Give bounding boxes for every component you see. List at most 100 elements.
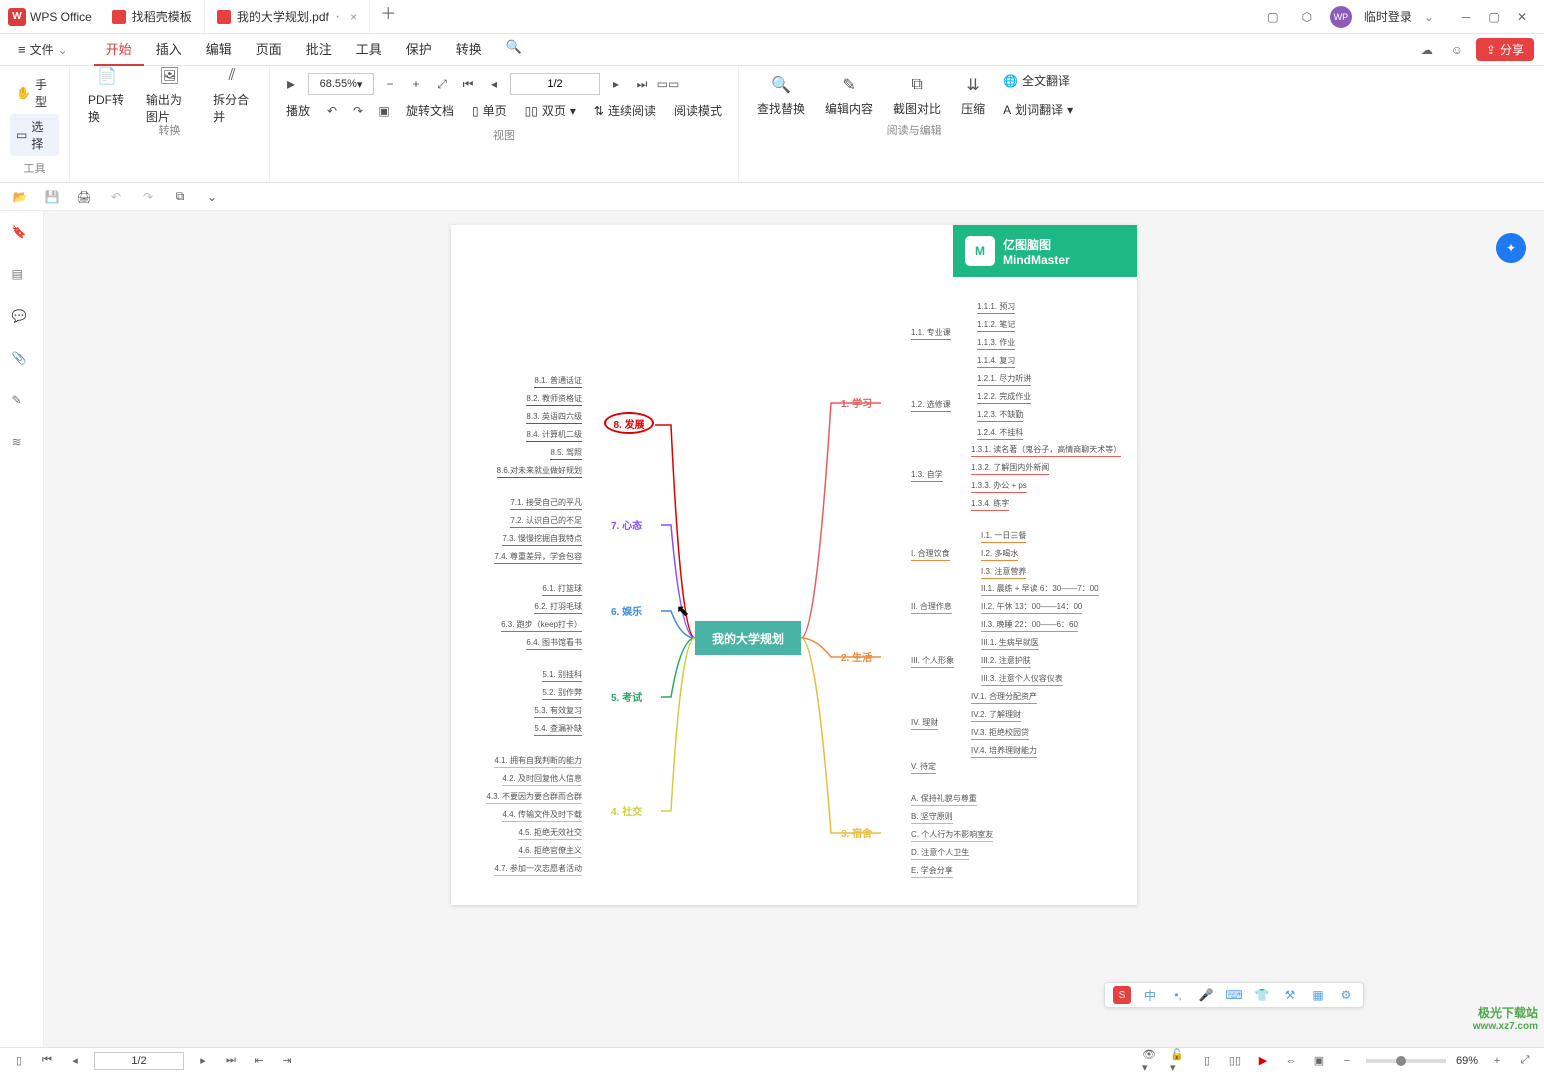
- prev-page-icon[interactable]: ◂: [66, 1052, 84, 1070]
- view-play-icon[interactable]: ▶: [1254, 1052, 1272, 1070]
- ime-skin-icon[interactable]: 👕: [1253, 986, 1271, 1004]
- tab-label: 找稻壳模板: [132, 8, 192, 25]
- menu-convert[interactable]: 转换: [444, 33, 494, 66]
- page-display[interactable]: 1/2: [94, 1052, 184, 1070]
- close-icon[interactable]: ×: [350, 10, 357, 24]
- book-icon[interactable]: ▭▭: [658, 74, 678, 94]
- ime-settings-icon[interactable]: ⚙: [1337, 986, 1355, 1004]
- panel-icon[interactable]: ▢: [1262, 6, 1284, 28]
- lock-icon[interactable]: 🔓 ▾: [1170, 1052, 1188, 1070]
- thumbnail-icon[interactable]: ▤: [12, 267, 32, 287]
- single-page-button[interactable]: ▯ 单页: [466, 98, 513, 123]
- find-replace-button[interactable]: 🔍查找替换: [749, 70, 813, 121]
- redo-icon[interactable]: ↷: [138, 187, 158, 207]
- chevron-down-icon[interactable]: ⌄: [202, 187, 222, 207]
- chevron-down-icon[interactable]: ⌄: [1424, 10, 1434, 24]
- sign-icon[interactable]: ✎: [12, 393, 32, 413]
- read-mode-button[interactable]: 阅读模式: [668, 98, 728, 123]
- first-page-icon[interactable]: ⏮: [38, 1052, 56, 1070]
- hand-tool[interactable]: ✋手型: [10, 72, 59, 114]
- last-page-icon[interactable]: ⏭: [222, 1052, 240, 1070]
- ime-keyboard-icon[interactable]: ⌨: [1225, 986, 1243, 1004]
- mind-node-2: 2. 生活: [841, 649, 872, 664]
- zoom-in-icon[interactable]: +: [406, 74, 426, 94]
- maximize-button[interactable]: ▢: [1482, 5, 1506, 29]
- next-page-icon[interactable]: ▸: [194, 1052, 212, 1070]
- close-button[interactable]: ✕: [1510, 5, 1534, 29]
- menu-tools[interactable]: 工具: [344, 33, 394, 66]
- prev-page-icon[interactable]: ◂: [484, 74, 504, 94]
- page-input[interactable]: [510, 73, 600, 95]
- word-translate-button[interactable]: A 划词翻译 ▾: [997, 97, 1079, 122]
- last-page-icon[interactable]: ⏭: [632, 74, 652, 94]
- ime-voice-icon[interactable]: 🎤: [1197, 986, 1215, 1004]
- export-image-button[interactable]: 🖼输出为图片: [138, 61, 201, 129]
- first-page-icon[interactable]: ⏮: [458, 74, 478, 94]
- continuous-read-button[interactable]: ⇅ 连续阅读: [588, 98, 662, 123]
- sogou-icon[interactable]: S: [1113, 986, 1131, 1004]
- ime-toolbar[interactable]: S 中 •, 🎤 ⌨ 👕 ⚒ ▦ ⚙: [1104, 982, 1364, 1008]
- search-icon[interactable]: 🔍: [494, 33, 534, 66]
- full-translate-button[interactable]: 🌐 全文翻译: [997, 68, 1079, 93]
- collapse-icon[interactable]: ⇤: [250, 1052, 268, 1070]
- ime-tool-icon[interactable]: ⚒: [1281, 986, 1299, 1004]
- crop-icon[interactable]: ▣: [374, 101, 394, 121]
- file-menu[interactable]: ≡ 文件 ⌄: [10, 37, 76, 62]
- view-double-icon[interactable]: ▯▯: [1226, 1052, 1244, 1070]
- ime-lang[interactable]: 中: [1141, 986, 1159, 1004]
- undo-icon[interactable]: ↶: [106, 187, 126, 207]
- leaf: 8.3. 英语四六级: [526, 411, 582, 424]
- floating-assistant-icon[interactable]: ✦: [1496, 233, 1526, 263]
- rotate-doc-button[interactable]: 旋转文档: [400, 98, 460, 123]
- zoom-out-icon[interactable]: −: [1338, 1052, 1356, 1070]
- fit-icon[interactable]: ⤢: [432, 74, 452, 94]
- document-viewer[interactable]: M 亿图脑图 MindMaster 我的大学规划 8. 发展 8.1. 普通话证…: [44, 211, 1544, 1047]
- leaf: II.2. 午休 13：00——14：00: [981, 601, 1082, 614]
- fullscreen-icon[interactable]: ⤢: [1516, 1052, 1534, 1070]
- add-tab-button[interactable]: ＋: [370, 0, 406, 33]
- rotate-left-icon[interactable]: ↶: [322, 101, 342, 121]
- share-button[interactable]: ⇪ 分享: [1476, 38, 1534, 61]
- menu-protect[interactable]: 保护: [394, 33, 444, 66]
- rotate-right-icon[interactable]: ↷: [348, 101, 368, 121]
- tab-templates[interactable]: 找稻壳模板: [100, 0, 205, 33]
- expand-icon[interactable]: ⇥: [278, 1052, 296, 1070]
- bookmark-icon[interactable]: 🔖: [12, 225, 32, 245]
- zoom-slider[interactable]: [1366, 1059, 1446, 1063]
- menu-annotate[interactable]: 批注: [294, 33, 344, 66]
- compress-button[interactable]: ⇊压缩: [953, 70, 993, 121]
- login-label[interactable]: 临时登录: [1364, 8, 1412, 25]
- copy-icon[interactable]: ⧉: [170, 187, 190, 207]
- fit-width-icon[interactable]: ⇔: [1282, 1052, 1300, 1070]
- eye-icon[interactable]: 👁 ▾: [1142, 1052, 1160, 1070]
- cube-icon[interactable]: ⬡: [1296, 6, 1318, 28]
- select-tool[interactable]: ▭选择: [10, 114, 59, 156]
- open-icon[interactable]: 📂: [10, 187, 30, 207]
- edit-content-button[interactable]: ✎编辑内容: [817, 70, 881, 121]
- cloud-icon[interactable]: ☁: [1416, 39, 1438, 61]
- zoom-in-icon[interactable]: +: [1488, 1052, 1506, 1070]
- play-icon[interactable]: ▸: [280, 73, 302, 95]
- split-merge-button[interactable]: ⫽拆分合并: [205, 61, 259, 129]
- play-button[interactable]: 播放: [280, 98, 316, 123]
- pdf-convert-button[interactable]: 📄PDF转换: [80, 61, 134, 129]
- next-page-icon[interactable]: ▸: [606, 74, 626, 94]
- attachment-icon[interactable]: 📎: [12, 351, 32, 371]
- view-single-icon[interactable]: ▯: [1198, 1052, 1216, 1070]
- fit-page-icon[interactable]: ▣: [1310, 1052, 1328, 1070]
- screenshot-compare-button[interactable]: ⧉截图对比: [885, 70, 949, 121]
- smile-icon[interactable]: ☺: [1446, 39, 1468, 61]
- save-icon[interactable]: 💾: [42, 187, 62, 207]
- ime-menu-icon[interactable]: ▦: [1309, 986, 1327, 1004]
- avatar-icon[interactable]: WP: [1330, 6, 1352, 28]
- zoom-out-icon[interactable]: −: [380, 74, 400, 94]
- tab-pdf[interactable]: 我的大学规划.pdf · ×: [205, 0, 370, 33]
- ime-punct-icon[interactable]: •,: [1169, 986, 1187, 1004]
- minimize-button[interactable]: ─: [1454, 5, 1478, 29]
- print-icon[interactable]: 🖨: [74, 187, 94, 207]
- panel-toggle-icon[interactable]: ▯: [10, 1052, 28, 1070]
- comment-icon[interactable]: 💬: [12, 309, 32, 329]
- double-page-button[interactable]: ▯▯ 双页 ▾: [519, 98, 582, 123]
- zoom-dropdown[interactable]: 68.55% ▾: [308, 73, 374, 95]
- layers-icon[interactable]: ≋: [12, 435, 32, 455]
